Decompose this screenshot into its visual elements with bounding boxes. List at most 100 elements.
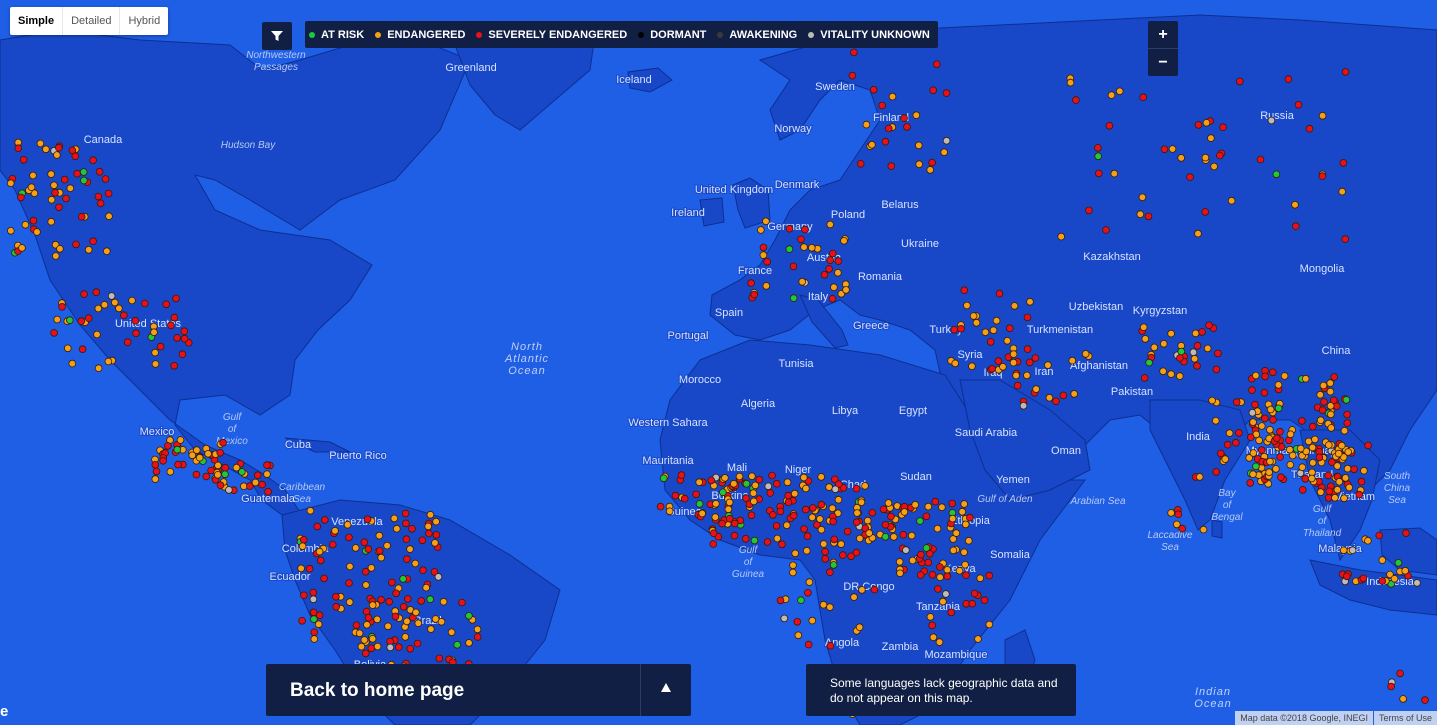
language-marker[interactable] (55, 203, 63, 212)
language-marker[interactable] (900, 114, 908, 122)
language-marker[interactable] (1139, 323, 1148, 332)
language-marker[interactable] (817, 500, 826, 509)
language-marker[interactable] (1217, 449, 1225, 458)
language-marker[interactable] (357, 642, 366, 651)
language-marker[interactable] (942, 590, 950, 598)
language-marker[interactable] (6, 179, 15, 188)
language-marker[interactable] (156, 342, 165, 351)
language-marker[interactable] (784, 498, 793, 507)
language-marker[interactable] (152, 467, 161, 476)
language-marker[interactable] (928, 621, 936, 630)
language-marker[interactable] (178, 350, 187, 359)
language-marker[interactable] (840, 237, 848, 245)
language-marker[interactable] (1136, 210, 1145, 219)
language-marker[interactable] (725, 498, 734, 507)
language-marker[interactable] (263, 470, 271, 478)
language-marker[interactable] (170, 361, 179, 370)
language-marker[interactable] (803, 532, 812, 540)
language-marker[interactable] (1167, 329, 1175, 338)
language-marker[interactable] (902, 546, 910, 554)
language-marker[interactable] (1186, 173, 1194, 181)
language-marker[interactable] (1340, 426, 1349, 435)
language-marker[interactable] (1094, 144, 1102, 152)
language-marker[interactable] (848, 71, 857, 80)
language-marker[interactable] (1334, 449, 1343, 458)
language-marker[interactable] (942, 89, 951, 97)
language-marker[interactable] (826, 220, 834, 229)
language-marker[interactable] (221, 470, 229, 479)
language-marker[interactable] (785, 245, 794, 253)
language-marker[interactable] (869, 86, 878, 94)
language-marker[interactable] (332, 592, 340, 601)
language-marker[interactable] (56, 245, 64, 253)
map-type-hybrid[interactable]: Hybrid (120, 7, 168, 35)
language-marker[interactable] (960, 500, 968, 508)
language-marker[interactable] (1344, 448, 1352, 456)
filter-button[interactable] (262, 22, 292, 50)
language-marker[interactable] (94, 192, 103, 201)
language-marker[interactable] (1341, 68, 1350, 76)
language-marker[interactable] (834, 257, 843, 265)
language-marker[interactable] (225, 486, 233, 494)
language-marker[interactable] (834, 268, 842, 277)
language-marker[interactable] (105, 212, 113, 221)
language-marker[interactable] (328, 540, 337, 549)
language-marker[interactable] (831, 485, 840, 494)
language-marker[interactable] (1325, 441, 1333, 449)
language-marker[interactable] (164, 442, 172, 450)
language-marker[interactable] (828, 249, 837, 258)
language-marker[interactable] (817, 473, 825, 481)
language-marker[interactable] (1301, 474, 1310, 483)
language-marker[interactable] (692, 490, 700, 499)
language-marker[interactable] (1225, 429, 1234, 437)
language-marker[interactable] (994, 357, 1003, 365)
language-marker[interactable] (47, 170, 55, 178)
language-marker[interactable] (1031, 354, 1040, 362)
language-marker[interactable] (966, 513, 974, 522)
language-marker[interactable] (729, 479, 738, 488)
language-marker[interactable] (92, 288, 101, 297)
language-marker[interactable] (830, 535, 838, 544)
language-marker[interactable] (1325, 487, 1334, 496)
language-marker[interactable] (1085, 206, 1093, 215)
language-marker[interactable] (995, 289, 1004, 298)
language-marker[interactable] (345, 533, 353, 542)
language-marker[interactable] (1339, 546, 1348, 555)
language-marker[interactable] (151, 348, 159, 357)
language-marker[interactable] (367, 644, 376, 653)
language-marker[interactable] (78, 345, 87, 354)
language-marker[interactable] (391, 612, 400, 621)
language-marker[interactable] (94, 304, 103, 313)
language-marker[interactable] (819, 540, 828, 548)
language-marker[interactable] (802, 484, 810, 493)
language-marker[interactable] (264, 487, 272, 496)
language-marker[interactable] (852, 518, 861, 526)
language-marker[interactable] (936, 573, 944, 581)
language-marker[interactable] (929, 86, 937, 95)
language-marker[interactable] (51, 188, 59, 197)
language-marker[interactable] (712, 499, 720, 508)
language-marker[interactable] (402, 519, 410, 528)
language-marker[interactable] (789, 262, 798, 271)
language-marker[interactable] (1176, 354, 1184, 362)
legend-item-at-risk[interactable]: AT RISK (309, 29, 364, 41)
language-marker[interactable] (51, 252, 60, 260)
language-marker[interactable] (1251, 400, 1259, 409)
language-marker[interactable] (958, 507, 966, 516)
language-marker[interactable] (839, 551, 847, 559)
language-marker[interactable] (1249, 449, 1258, 457)
language-marker[interactable] (974, 635, 982, 643)
language-marker[interactable] (1266, 457, 1274, 466)
language-marker[interactable] (820, 270, 829, 279)
language-marker[interactable] (992, 316, 1001, 325)
language-marker[interactable] (899, 530, 908, 539)
language-marker[interactable] (465, 639, 473, 647)
language-marker[interactable] (709, 540, 718, 548)
language-marker[interactable] (345, 598, 354, 606)
language-marker[interactable] (922, 512, 931, 521)
language-marker[interactable] (1316, 416, 1325, 425)
language-marker[interactable] (435, 654, 444, 663)
language-marker[interactable] (77, 317, 86, 326)
language-marker[interactable] (1294, 101, 1303, 109)
language-marker[interactable] (924, 502, 933, 511)
